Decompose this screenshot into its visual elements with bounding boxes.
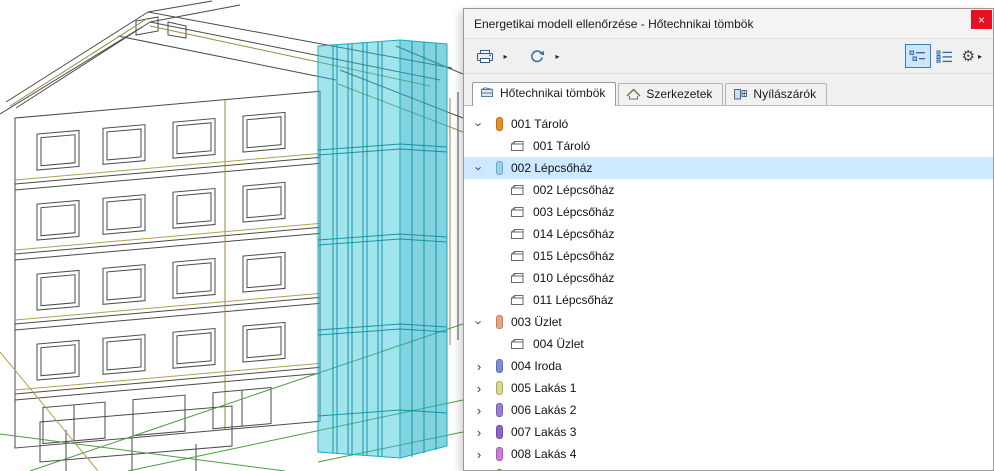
tree-item-label: 003 Lépcsőház <box>533 205 614 219</box>
tree-row[interactable]: 006 Lakás 2 <box>464 399 993 421</box>
chevron-down-icon[interactable] <box>472 315 487 329</box>
zone-color-chip <box>496 315 503 329</box>
flyout-arrow-icon: ▸ <box>978 52 982 61</box>
tree-view-button[interactable] <box>905 44 931 68</box>
tab-bar: Hőtechnikai tömbök Szerkezetek Nyílászár… <box>464 74 993 106</box>
zone-color-chip <box>496 469 503 470</box>
tree-item-label: 004 Üzlet <box>533 337 584 351</box>
zone-color-chip <box>496 161 503 175</box>
selected-thermal-block-volume <box>318 40 447 458</box>
tree-item-label: 001 Tároló <box>533 139 590 153</box>
tab-structures[interactable]: Szerkezetek <box>618 83 723 105</box>
zone-stamp-icon <box>510 206 526 219</box>
refresh-flyout-arrow[interactable]: ▸ <box>551 44 564 68</box>
zone-color-chip <box>496 359 503 373</box>
tree-row[interactable]: 002 Lépcsőház <box>464 157 993 179</box>
tree-item-label: 003 Üzlet <box>511 315 562 329</box>
chevron-right-icon[interactable] <box>472 381 486 396</box>
tree-item-label: 008 Lakás 4 <box>511 447 576 461</box>
structures-icon <box>626 88 641 100</box>
panel-title: Energetikai modell ellenőrzése - Hőtechn… <box>464 17 753 31</box>
tree-item-label: 014 Lépcsőház <box>533 227 614 241</box>
tree-item-label: 004 Iroda <box>511 359 562 373</box>
zone-color-chip <box>496 425 503 439</box>
zone-color-chip <box>496 447 503 461</box>
refresh-icon <box>529 49 545 64</box>
tree-row[interactable]: 007 Lakás 3 <box>464 421 993 443</box>
tree-row[interactable]: 011 Lépcsőház <box>464 289 993 311</box>
tree-row[interactable]: 010 Lépcsőház <box>464 267 993 289</box>
chevron-right-icon[interactable] <box>472 447 486 462</box>
tree-row[interactable]: 014 Lépcsőház <box>464 223 993 245</box>
chevron-right-icon[interactable] <box>472 425 486 440</box>
tree-item-label: 011 Lépcsőház <box>533 293 614 307</box>
chevron-down-icon[interactable] <box>472 117 487 131</box>
report-flyout-arrow[interactable]: ▸ <box>499 44 512 68</box>
tree-item-label: 002 Lépcsőház <box>533 183 614 197</box>
tree-row[interactable]: 005 Lakás 1 <box>464 377 993 399</box>
settings-button[interactable]: ⚙ ▸ <box>959 44 985 68</box>
zone-stamp-icon <box>510 338 526 351</box>
tree-row[interactable]: 004 Üzlet <box>464 333 993 355</box>
tree-item-label: 009 Loft <box>511 469 554 470</box>
tab-thermal-blocks[interactable]: Hőtechnikai tömbök <box>472 82 616 106</box>
tree-row[interactable]: 008 Lakás 4 <box>464 443 993 465</box>
close-button[interactable]: × <box>971 10 992 29</box>
tree-item-label: 001 Tároló <box>511 117 568 131</box>
report-button[interactable] <box>472 44 498 68</box>
tree-row[interactable]: 004 Iroda <box>464 355 993 377</box>
tree-row[interactable]: 015 Lépcsőház <box>464 245 993 267</box>
zone-stamp-icon <box>510 294 526 307</box>
list-view-icon <box>936 50 953 63</box>
zone-color-chip <box>496 381 503 395</box>
zone-stamp-icon <box>510 228 526 241</box>
tree-view-icon <box>909 50 926 63</box>
tree-row[interactable]: 003 Lépcsőház <box>464 201 993 223</box>
chevron-right-icon[interactable] <box>472 359 486 374</box>
tab-label: Nyílászárók <box>753 87 816 101</box>
flyout-arrow-icon: ▸ <box>503 52 507 61</box>
chevron-down-icon[interactable] <box>472 161 487 175</box>
list-view-button[interactable] <box>932 44 958 68</box>
tree-row[interactable]: 001 Tároló <box>464 135 993 157</box>
thermal-block-icon <box>480 87 495 99</box>
thermal-blocks-tree: 001 Tároló 001 Tároló 002 Lépcsőház 002 … <box>464 106 993 470</box>
tree-item-label: 002 Lépcsőház <box>511 161 592 175</box>
tree-item-label: 007 Lakás 3 <box>511 425 576 439</box>
zone-stamp-icon <box>510 272 526 285</box>
toolbar: ▸ ▸ <box>464 39 993 74</box>
tree-item-label: 015 Lépcsőház <box>533 249 614 263</box>
report-icon <box>476 49 494 64</box>
tree-item-label: 010 Lépcsőház <box>533 271 614 285</box>
chevron-right-icon[interactable] <box>472 469 486 471</box>
chevron-right-icon[interactable] <box>472 403 486 418</box>
building-wireframe <box>0 0 463 471</box>
tab-label: Szerkezetek <box>646 87 712 101</box>
tree-row[interactable]: 001 Tároló <box>464 113 993 135</box>
3d-viewport[interactable] <box>0 0 463 471</box>
zone-stamp-icon <box>510 250 526 263</box>
energy-model-review-panel: Energetikai modell ellenőrzése - Hőtechn… <box>463 8 994 471</box>
tab-openings[interactable]: Nyílászárók <box>725 83 827 105</box>
tree-row[interactable]: 002 Lépcsőház <box>464 179 993 201</box>
tab-label: Hőtechnikai tömbök <box>500 86 605 100</box>
flyout-arrow-icon: ▸ <box>555 52 559 61</box>
tree-item-label: 005 Lakás 1 <box>511 381 576 395</box>
close-icon: × <box>978 14 985 26</box>
refresh-button[interactable] <box>524 44 550 68</box>
panel-titlebar[interactable]: Energetikai modell ellenőrzése - Hőtechn… <box>464 9 993 39</box>
zone-stamp-icon <box>510 184 526 197</box>
zone-stamp-icon <box>510 140 526 153</box>
openings-icon <box>733 88 748 100</box>
tree-row[interactable]: 003 Üzlet <box>464 311 993 333</box>
zone-color-chip <box>496 403 503 417</box>
zone-color-chip <box>496 117 503 131</box>
gear-icon: ⚙ <box>962 49 975 64</box>
tree-row[interactable]: 009 Loft <box>464 465 993 470</box>
tree-item-label: 006 Lakás 2 <box>511 403 576 417</box>
